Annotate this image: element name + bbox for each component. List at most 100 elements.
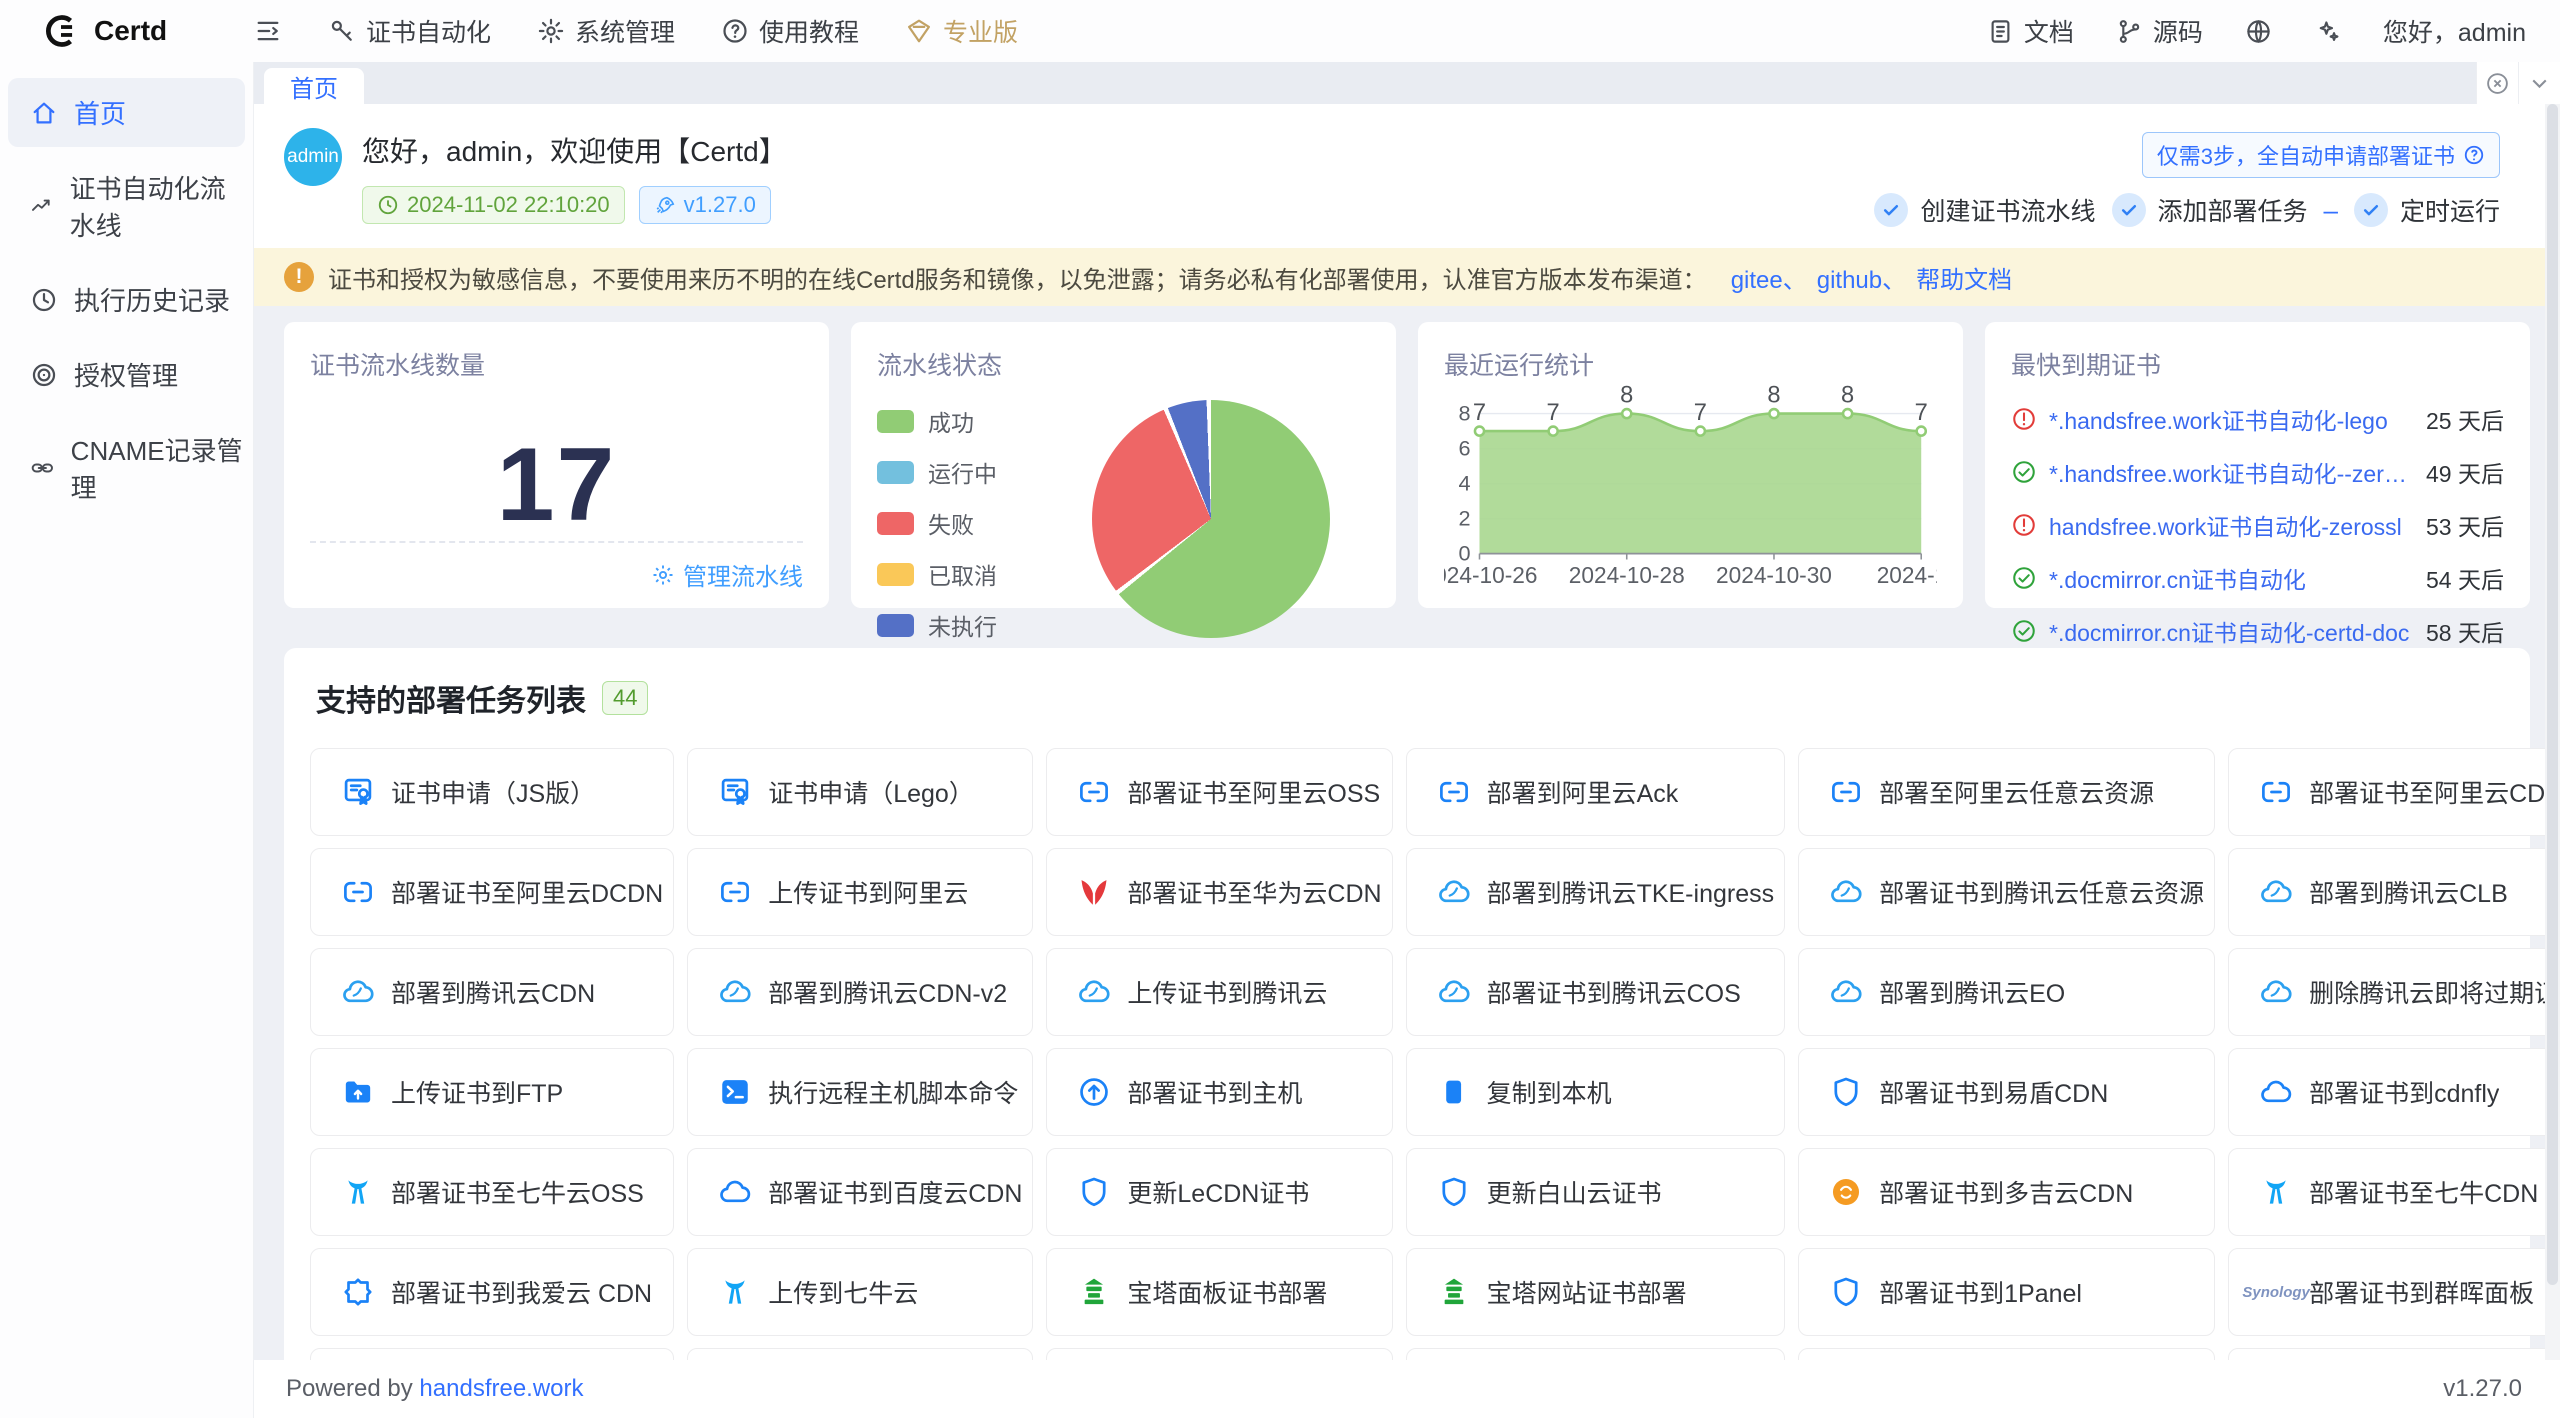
nav-item-使用教程[interactable]: 使用教程 [721, 13, 859, 49]
task-上传到七牛云[interactable]: 上传到七牛云 [687, 1248, 1033, 1336]
supported-tasks-card: 支持的部署任务列表 44 证书申请（JS版）证书申请（Lego）部署证书至阿里云… [284, 648, 2530, 1360]
content-scroll-area[interactable]: admin 您好，admin，欢迎使用【Certd】 2024-11-02 22… [254, 104, 2560, 1360]
nav-right-item[interactable] [2314, 18, 2341, 45]
task-cell-partial[interactable] [1046, 1348, 1392, 1360]
expiry-days: 58 天后 [2426, 614, 2504, 648]
legend-item-成功[interactable]: 成功 [877, 404, 997, 438]
task-cell-partial[interactable] [310, 1348, 674, 1360]
legend-item-失败[interactable]: 失败 [877, 506, 997, 540]
card-title: 最近运行统计 [1444, 346, 1937, 382]
task-部署证书至七牛云OSS[interactable]: 部署证书至七牛云OSS [310, 1148, 674, 1236]
task-部署证书至阿里云OSS[interactable]: 部署证书至阿里云OSS [1046, 748, 1392, 836]
promo-badge[interactable]: 仅需3步，全自动申请部署证书 [2142, 132, 2500, 178]
expiry-row: *.docmirror.cn证书自动化-certd-doc 58 天后 [2011, 614, 2504, 648]
task-部署到腾讯云CDN[interactable]: 部署到腾讯云CDN [310, 948, 674, 1036]
task-部署到腾讯云CDN-v2[interactable]: 部署到腾讯云CDN-v2 [687, 948, 1033, 1036]
sidebar-item-CNAME记录管理[interactable]: CNAME记录管理 [8, 415, 245, 521]
task-宝塔面板证书部署[interactable]: 宝塔面板证书部署 [1046, 1248, 1392, 1336]
legend-item-未执行[interactable]: 未执行 [877, 608, 997, 642]
task-部署到腾讯云EO[interactable]: 部署到腾讯云EO [1798, 948, 2215, 1036]
legend-item-运行中[interactable]: 运行中 [877, 455, 997, 489]
handsfree-link[interactable]: handsfree.work [419, 1375, 583, 1402]
tencent-icon [1437, 875, 1471, 909]
task-部署证书到腾讯云任意云资源[interactable]: 部署证书到腾讯云任意云资源 [1798, 848, 2215, 936]
nav-right-item-文档[interactable]: 文档 [1987, 13, 2074, 49]
expiry-cert-link[interactable]: *.docmirror.cn证书自动化-certd-doc [2049, 614, 2409, 648]
manage-pipelines-link[interactable]: 管理流水线 [651, 557, 803, 592]
nav-item-专业版[interactable]: 专业版 [905, 13, 1018, 49]
notice-links: gitee、 github、帮助文档 [1721, 260, 2012, 295]
task-部署证书到百度云CDN[interactable]: 部署证书到百度云CDN [687, 1148, 1033, 1236]
task-更新白山云证书[interactable]: 更新白山云证书 [1406, 1148, 1786, 1236]
task-执行远程主机脚本命令[interactable]: 执行远程主机脚本命令 [687, 1048, 1033, 1136]
nav-menu: 证书自动化 系统管理 使用教程 专业版 [254, 13, 1018, 49]
task-cell-partial[interactable] [1406, 1348, 1786, 1360]
vertical-scrollbar[interactable] [2545, 104, 2560, 1360]
task-宝塔网站证书部署[interactable]: 宝塔网站证书部署 [1406, 1248, 1786, 1336]
tab-home[interactable]: 首页 [264, 68, 364, 104]
task-复制到本机[interactable]: 复制到本机 [1406, 1048, 1786, 1136]
task-部署证书到多吉云CDN[interactable]: 部署证书到多吉云CDN [1798, 1148, 2215, 1236]
brand[interactable]: Certd [0, 12, 254, 50]
task-部署证书到我爱云 CDN[interactable]: 部署证书到我爱云 CDN [310, 1248, 674, 1336]
sidebar-item-证书自动化流水线[interactable]: 证书自动化流水线 [8, 153, 245, 259]
certd-logo-icon [42, 12, 80, 50]
task-部署证书到易盾CDN[interactable]: 部署证书到易盾CDN [1798, 1048, 2215, 1136]
task-部署证书至华为云CDN[interactable]: 部署证书至华为云CDN [1046, 848, 1392, 936]
step-3: 定时运行 [2354, 192, 2500, 228]
task-cell-partial[interactable] [1798, 1348, 2215, 1360]
task-部署到阿里云Ack[interactable]: 部署到阿里云Ack [1406, 748, 1786, 836]
task-部署到腾讯云CLB[interactable]: 部署到腾讯云CLB [2228, 848, 2560, 936]
task-部署至阿里云任意云资源[interactable]: 部署至阿里云任意云资源 [1798, 748, 2215, 836]
step-1: 创建证书流水线 [1874, 192, 2095, 228]
legend-item-已取消[interactable]: 已取消 [877, 557, 997, 591]
task-cell-partial[interactable] [2228, 1348, 2560, 1360]
terminal-icon [718, 1075, 752, 1109]
tab-close-button[interactable] [2476, 62, 2518, 104]
notice-link[interactable]: gitee、 [1731, 267, 1807, 294]
notice-link[interactable]: 帮助文档 [1916, 267, 2012, 294]
task-上传证书到阿里云[interactable]: 上传证书到阿里云 [687, 848, 1033, 936]
sidebar-item-首页[interactable]: 首页 [8, 78, 245, 147]
expiry-cert-link[interactable]: *.handsfree.work证书自动化--zerossl [2049, 455, 2414, 489]
expiry-cert-link[interactable]: *.handsfree.work证书自动化-lego [2049, 402, 2388, 436]
nav-right-item[interactable] [2245, 18, 2272, 45]
svg-text:7: 7 [1915, 400, 1928, 426]
question-circle-icon [2463, 144, 2485, 166]
task-上传证书到腾讯云[interactable]: 上传证书到腾讯云 [1046, 948, 1392, 1036]
scrollbar-thumb[interactable] [2547, 104, 2558, 1285]
task-部署证书到群晖面板[interactable]: Synology部署证书到群晖面板 [2228, 1248, 2560, 1336]
task-更新LeCDN证书[interactable]: 更新LeCDN证书 [1046, 1148, 1392, 1236]
nav-right-item-源码[interactable]: 源码 [2116, 13, 2203, 49]
notice-link[interactable]: github、 [1817, 267, 1906, 294]
key-icon [328, 17, 356, 45]
task-部署证书到cdnfly[interactable]: 部署证书到cdnfly [2228, 1048, 2560, 1136]
task-部署证书到1Panel[interactable]: 部署证书到1Panel [1798, 1248, 2215, 1336]
expiry-cert-link[interactable]: *.docmirror.cn证书自动化 [2049, 561, 2306, 595]
bt-icon [1077, 1275, 1111, 1309]
svg-text:7: 7 [1694, 400, 1707, 426]
task-证书申请（Lego）[interactable]: 证书申请（Lego） [687, 748, 1033, 836]
nav-item-系统管理[interactable]: 系统管理 [537, 13, 675, 49]
doge-icon [1829, 1175, 1863, 1209]
expiry-cert-link[interactable]: handsfree.work证书自动化-zerossl [2049, 508, 2402, 542]
tab-menu-button[interactable] [2518, 62, 2560, 104]
avatar[interactable]: admin [284, 128, 342, 186]
tab-controls [2476, 62, 2560, 104]
task-删除腾讯云即将过期证书[interactable]: 删除腾讯云即将过期证书 [2228, 948, 2560, 1036]
task-部署到腾讯云TKE-ingress[interactable]: 部署到腾讯云TKE-ingress [1406, 848, 1786, 936]
sidebar-item-执行历史记录[interactable]: 执行历史记录 [8, 265, 245, 334]
nav-right-item-您好，admin[interactable]: 您好，admin [2383, 13, 2526, 49]
task-部署证书至七牛CDN[interactable]: 部署证书至七牛CDN [2228, 1148, 2560, 1236]
nav-item-证书自动化[interactable]: 证书自动化 [328, 13, 491, 49]
nav-item-collapse[interactable] [254, 17, 282, 45]
task-证书申请（JS版）[interactable]: 证书申请（JS版） [310, 748, 674, 836]
task-部署证书至阿里云CDN[interactable]: 部署证书至阿里云CDN [2228, 748, 2560, 836]
task-cell-partial[interactable] [687, 1348, 1033, 1360]
task-部署证书到腾讯云COS[interactable]: 部署证书到腾讯云COS [1406, 948, 1786, 1036]
svg-text:2024-11-: 2024-11- [1877, 562, 1937, 588]
task-部署证书至阿里云DCDN[interactable]: 部署证书至阿里云DCDN [310, 848, 674, 936]
sidebar-item-授权管理[interactable]: 授权管理 [8, 340, 245, 409]
task-上传证书到FTP[interactable]: 上传证书到FTP [310, 1048, 674, 1136]
task-部署证书到主机[interactable]: 部署证书到主机 [1046, 1048, 1392, 1136]
